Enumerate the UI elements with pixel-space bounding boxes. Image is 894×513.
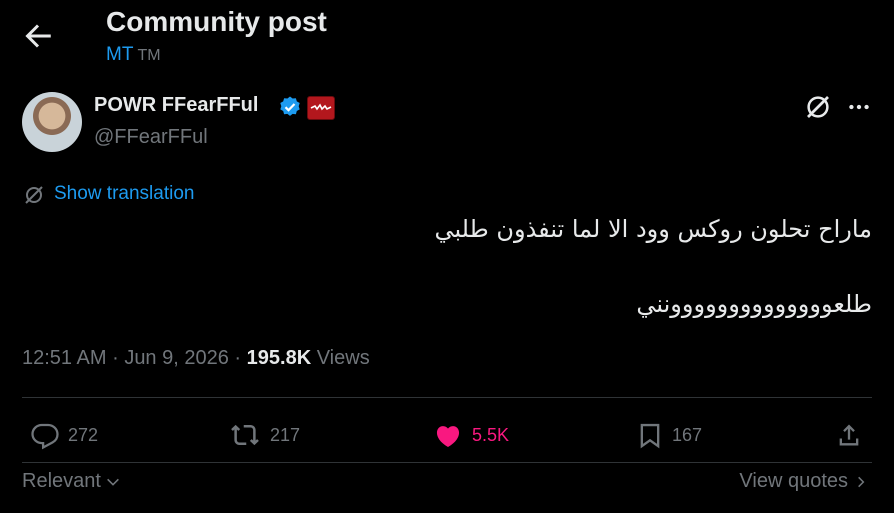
like-button[interactable]: 5.5K: [432, 417, 509, 453]
heart-icon: [432, 420, 464, 450]
community-name[interactable]: MT TM: [106, 44, 161, 66]
repost-button[interactable]: 217: [228, 417, 300, 453]
affiliate-badge-icon[interactable]: [307, 96, 335, 120]
reply-button[interactable]: 272: [30, 417, 98, 453]
translate-icon: [22, 183, 46, 207]
community-suffix: TM: [137, 47, 161, 64]
view-quotes-link[interactable]: View quotes: [739, 470, 868, 493]
reply-icon: [30, 420, 60, 450]
avatar[interactable]: [22, 92, 82, 152]
post-time[interactable]: 12:51 AM: [22, 347, 107, 369]
post-text-line: ماراح تحلون روكس وود الا لما تنفذون طلبي: [434, 215, 872, 243]
bookmark-icon: [636, 420, 664, 450]
share-button[interactable]: [835, 417, 863, 453]
post-text-line: طلعوووووووووووووونني: [636, 290, 872, 318]
reply-count: 272: [68, 424, 99, 445]
community-name-text[interactable]: MT: [106, 44, 133, 65]
repost-count: 217: [270, 424, 301, 445]
meta-separator: ·: [112, 347, 119, 369]
verified-badge-icon[interactable]: [278, 95, 302, 119]
author-name[interactable]: POWR FFearFFul: [94, 94, 258, 117]
page-title: Community post: [106, 6, 327, 37]
grok-icon[interactable]: [803, 92, 833, 122]
sort-label: Relevant: [22, 470, 101, 492]
views-label: Views: [316, 347, 370, 369]
post-meta: 12:51 AM · Jun 9, 2026 · 195.8K Views: [22, 347, 370, 370]
show-translation-link[interactable]: Show translation: [54, 183, 194, 205]
views-count: 195.8K: [246, 347, 312, 369]
like-count: 5.5K: [472, 424, 510, 445]
sort-dropdown[interactable]: Relevant: [22, 470, 121, 493]
share-icon: [835, 420, 863, 450]
meta-separator: ·: [234, 347, 242, 369]
author-handle[interactable]: @FFearFFul: [94, 126, 208, 149]
divider: [22, 397, 872, 398]
chevron-down-icon: [105, 474, 121, 490]
view-quotes-label: View quotes: [739, 470, 848, 492]
post-date[interactable]: Jun 9, 2026: [124, 347, 229, 369]
bookmark-button[interactable]: 167: [636, 417, 702, 453]
more-options-icon[interactable]: [846, 94, 872, 120]
back-arrow-icon[interactable]: [20, 18, 56, 54]
divider: [22, 462, 872, 463]
repost-icon: [228, 420, 262, 450]
bookmark-count: 167: [672, 424, 703, 445]
chevron-right-icon: [854, 473, 868, 491]
